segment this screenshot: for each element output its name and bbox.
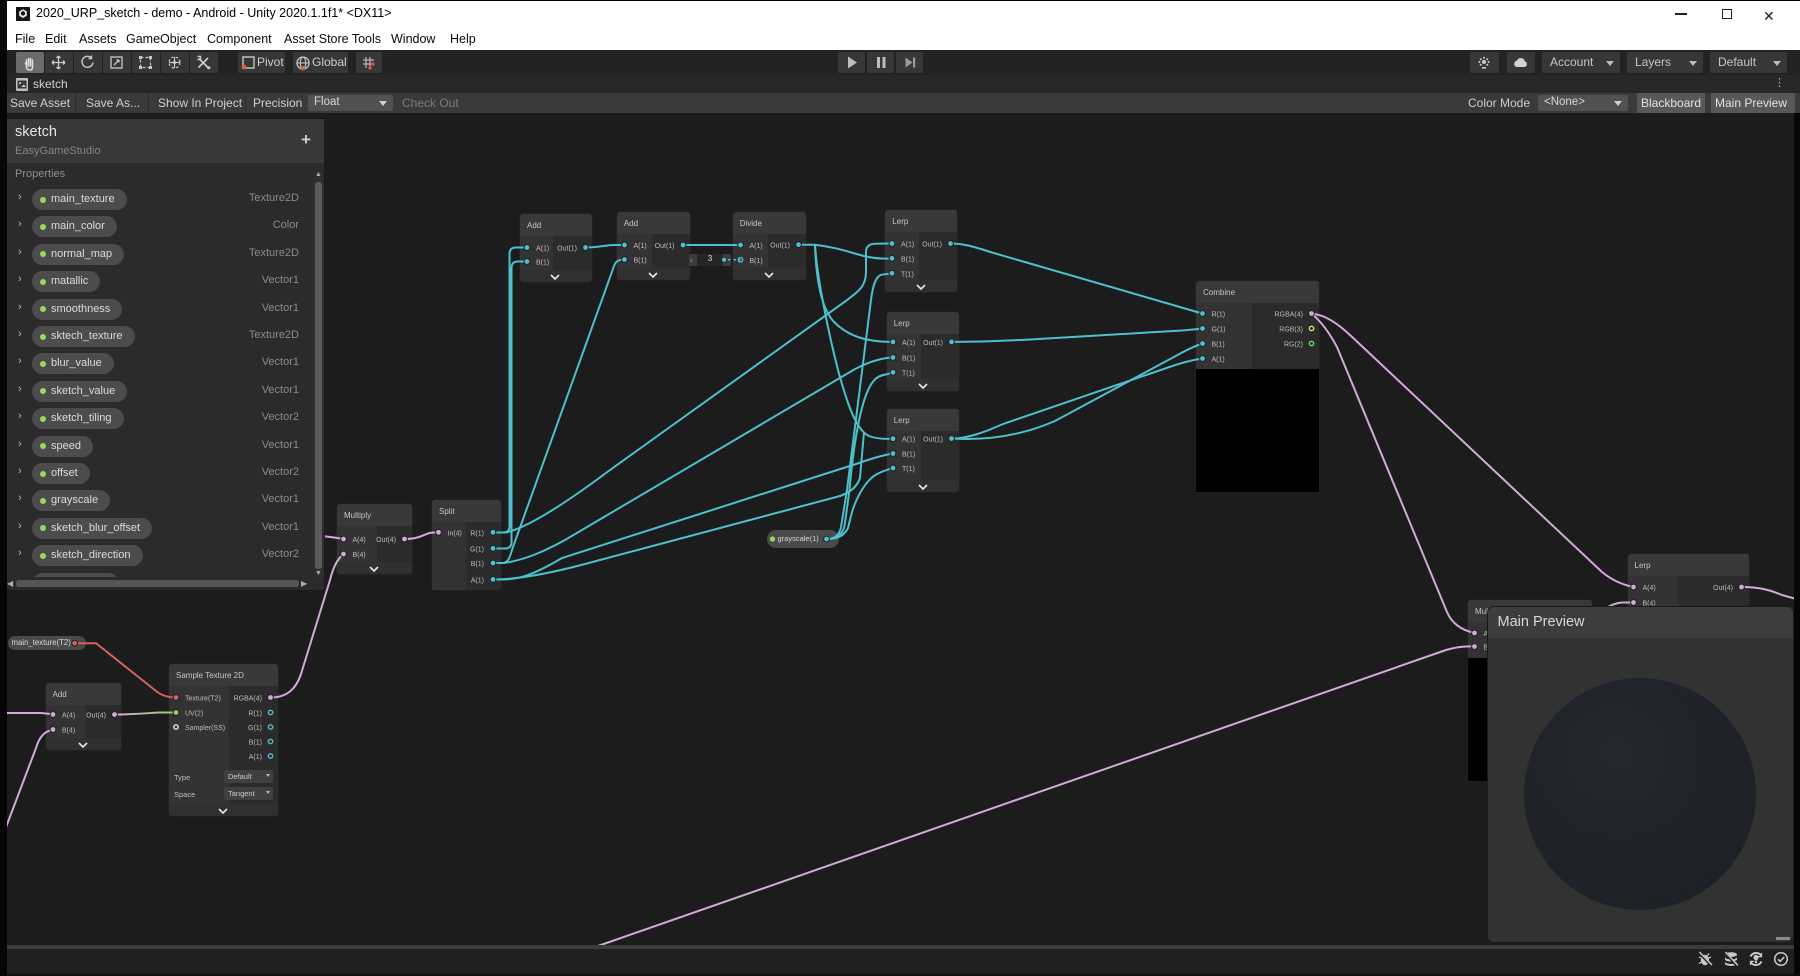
svg-text:A(1): A(1): [902, 437, 915, 444]
svg-text:A(4): A(4): [1643, 585, 1656, 592]
svg-text:In(4): In(4): [448, 530, 462, 537]
svg-text:A(4): A(4): [353, 537, 366, 544]
svg-text:A(1): A(1): [471, 577, 484, 584]
svg-text:A(4): A(4): [62, 713, 75, 720]
svg-text:RG(2): RG(2): [1284, 342, 1303, 349]
svg-text:Out(4): Out(4): [86, 713, 106, 720]
svg-text:T(1): T(1): [902, 370, 915, 377]
svg-text:Sampler(SS): Sampler(SS): [185, 725, 225, 732]
svg-text:B(1): B(1): [1212, 342, 1225, 349]
svg-text:A(1): A(1): [901, 242, 914, 249]
svg-text:Out(1): Out(1): [557, 246, 577, 253]
svg-text:UV(2): UV(2): [185, 711, 203, 718]
svg-text:B(1): B(1): [249, 740, 262, 747]
svg-text:B(1): B(1): [902, 452, 915, 459]
svg-text:B(1): B(1): [902, 356, 915, 363]
svg-text:Out(1): Out(1): [923, 340, 943, 347]
svg-text:Out(1): Out(1): [655, 243, 675, 250]
svg-text:G(1): G(1): [470, 546, 484, 553]
svg-text:Out(4): Out(4): [1713, 585, 1733, 592]
svg-text:A(1): A(1): [1212, 357, 1225, 364]
svg-text:A(1): A(1): [902, 340, 915, 347]
svg-text:Out(4): Out(4): [376, 537, 396, 544]
svg-text:Texture(T2): Texture(T2): [185, 696, 221, 703]
svg-text:A(1): A(1): [750, 243, 763, 250]
svg-text:R(1): R(1): [248, 711, 262, 718]
svg-text:B(4): B(4): [353, 552, 366, 559]
svg-text:R(1): R(1): [1212, 312, 1226, 319]
svg-text:T(1): T(1): [901, 271, 914, 278]
svg-text:RGBA(4): RGBA(4): [234, 696, 262, 703]
svg-text:Out(1): Out(1): [922, 242, 942, 249]
svg-text:RGB(3): RGB(3): [1279, 327, 1303, 334]
svg-text:B(4): B(4): [62, 728, 75, 735]
svg-text:G(1): G(1): [248, 725, 262, 732]
svg-text:Out(1): Out(1): [923, 437, 943, 444]
svg-text:B(1): B(1): [471, 561, 484, 568]
svg-text:T(1): T(1): [902, 466, 915, 473]
svg-text:G(1): G(1): [1212, 327, 1226, 334]
svg-text:Out(1): Out(1): [770, 243, 790, 250]
svg-text:B(1): B(1): [634, 258, 647, 265]
svg-text:A(1): A(1): [249, 754, 262, 761]
svg-text:B(1): B(1): [750, 258, 763, 265]
svg-text:RGBA(4): RGBA(4): [1275, 312, 1303, 319]
svg-text:A(1): A(1): [536, 246, 549, 253]
svg-text:B(1): B(1): [536, 260, 549, 267]
svg-text:R(1): R(1): [470, 530, 484, 537]
svg-text:A(1): A(1): [634, 243, 647, 250]
svg-text:B(1): B(1): [901, 256, 914, 263]
